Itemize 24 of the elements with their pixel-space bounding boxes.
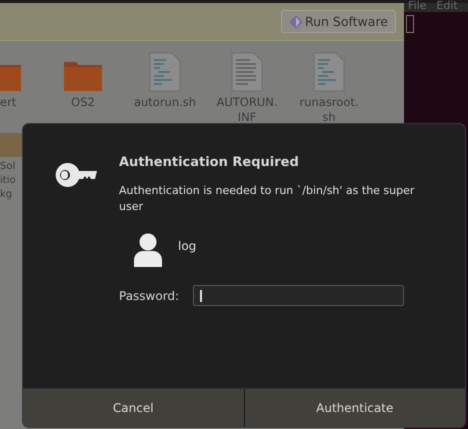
- user-name: log: [178, 238, 196, 252]
- file-name[interactable]: Sol itio kg: [0, 160, 16, 202]
- script-file-icon: [149, 52, 181, 92]
- file-name[interactable]: autorun.sh: [134, 95, 196, 110]
- menu-item[interactable]: Edit: [436, 0, 458, 12]
- package-icon: [0, 133, 22, 157]
- authenticate-button[interactable]: Authenticate: [244, 389, 465, 427]
- text-cursor: [200, 290, 202, 302]
- file-name[interactable]: runasroot. sh: [299, 95, 359, 125]
- password-field[interactable]: [193, 285, 404, 306]
- run-software-button[interactable]: Run Software: [280, 10, 396, 33]
- script-file-icon: [313, 52, 345, 92]
- text-cursor-block: [406, 15, 414, 33]
- text-file-icon: [231, 52, 263, 92]
- key-icon: [55, 162, 97, 188]
- user-icon: [134, 233, 162, 268]
- diamond-icon: [288, 14, 303, 28]
- file-name[interactable]: OS2: [71, 95, 95, 110]
- dialog-title: Authentication Required: [119, 155, 300, 170]
- file-name[interactable]: ert: [0, 95, 16, 110]
- file-name[interactable]: AUTORUN. INF: [216, 95, 278, 125]
- dialog-message: Authentication is needed to run `/bin/sh' as the super user: [119, 183, 416, 215]
- menu-item[interactable]: File: [408, 0, 426, 12]
- password-label: Password:: [119, 288, 180, 302]
